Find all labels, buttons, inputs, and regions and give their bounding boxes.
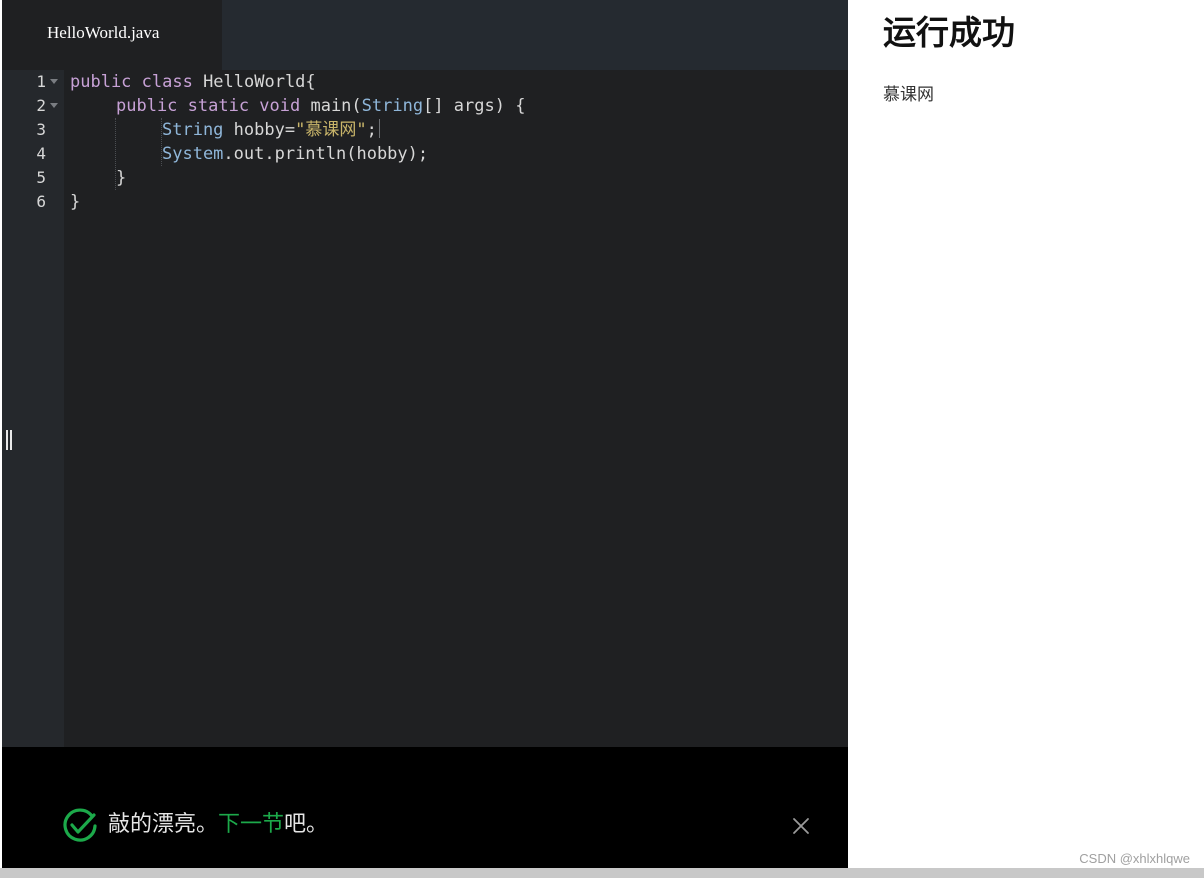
run-status-title: 运行成功 bbox=[883, 13, 1015, 52]
code-text: [] args) { bbox=[423, 96, 526, 116]
line-number: 1 bbox=[36, 72, 46, 91]
code-string: "慕课网" bbox=[295, 120, 367, 140]
code-line: System.out.println(hobby); bbox=[162, 142, 428, 166]
fold-arrow-icon[interactable] bbox=[50, 103, 58, 108]
check-circle-icon bbox=[63, 808, 97, 842]
tab-helloworld-java[interactable]: HelloWorld.java bbox=[2, 0, 222, 70]
code-line: } bbox=[116, 166, 126, 190]
close-icon[interactable] bbox=[792, 817, 810, 835]
code-text: } bbox=[70, 192, 81, 212]
code-identifier: main( bbox=[310, 96, 362, 116]
text-cursor bbox=[378, 119, 380, 138]
line-number: 2 bbox=[36, 96, 46, 115]
pane-resize-handle[interactable] bbox=[6, 430, 14, 452]
line-number: 5 bbox=[36, 168, 46, 187]
success-message: 敲的漂亮。下一节吧。 bbox=[108, 810, 328, 840]
code-identifier: HelloWorld{ bbox=[203, 72, 316, 92]
success-notification-bar: 敲的漂亮。下一节吧。 bbox=[2, 747, 848, 868]
code-editor-pane: HelloWorld.java 1 2 3 4 5 6 public class… bbox=[2, 0, 848, 868]
code-type: String bbox=[162, 120, 224, 140]
code-line: String hobby="慕课网"; bbox=[162, 118, 380, 142]
line-number-gutter: 1 2 3 4 5 6 bbox=[2, 70, 64, 747]
code-keyword: public static void bbox=[116, 96, 311, 116]
code-keyword: public class bbox=[70, 72, 204, 92]
program-output: 慕课网 bbox=[883, 85, 934, 105]
line-number: 3 bbox=[36, 120, 46, 139]
success-message-prefix: 敲的漂亮。 bbox=[108, 812, 219, 837]
code-text: ; bbox=[366, 120, 377, 140]
code-text-area[interactable]: public class HelloWorld{ public static v… bbox=[70, 70, 846, 747]
fold-arrow-icon[interactable] bbox=[50, 79, 58, 84]
code-text: .out.println(hobby); bbox=[223, 144, 429, 164]
watermark: CSDN @xhlxhlqwe bbox=[1079, 851, 1190, 866]
next-section-link[interactable]: 下一节 bbox=[218, 812, 284, 837]
line-number: 4 bbox=[36, 144, 46, 163]
code-text: hobby= bbox=[223, 120, 296, 140]
result-pane: 运行成功 慕课网 bbox=[848, 0, 1204, 868]
code-line: public static void main(String[] args) { bbox=[116, 94, 525, 118]
code-type: System bbox=[162, 144, 224, 164]
editor-tab-bar: HelloWorld.java bbox=[2, 0, 848, 70]
success-message-suffix: 吧。 bbox=[284, 812, 329, 837]
window-bottom-strip bbox=[0, 868, 1204, 878]
line-number: 6 bbox=[36, 192, 46, 211]
code-type: String bbox=[361, 96, 424, 116]
code-line: } bbox=[70, 190, 80, 214]
code-line: public class HelloWorld{ bbox=[70, 70, 316, 94]
code-text: } bbox=[116, 168, 127, 188]
